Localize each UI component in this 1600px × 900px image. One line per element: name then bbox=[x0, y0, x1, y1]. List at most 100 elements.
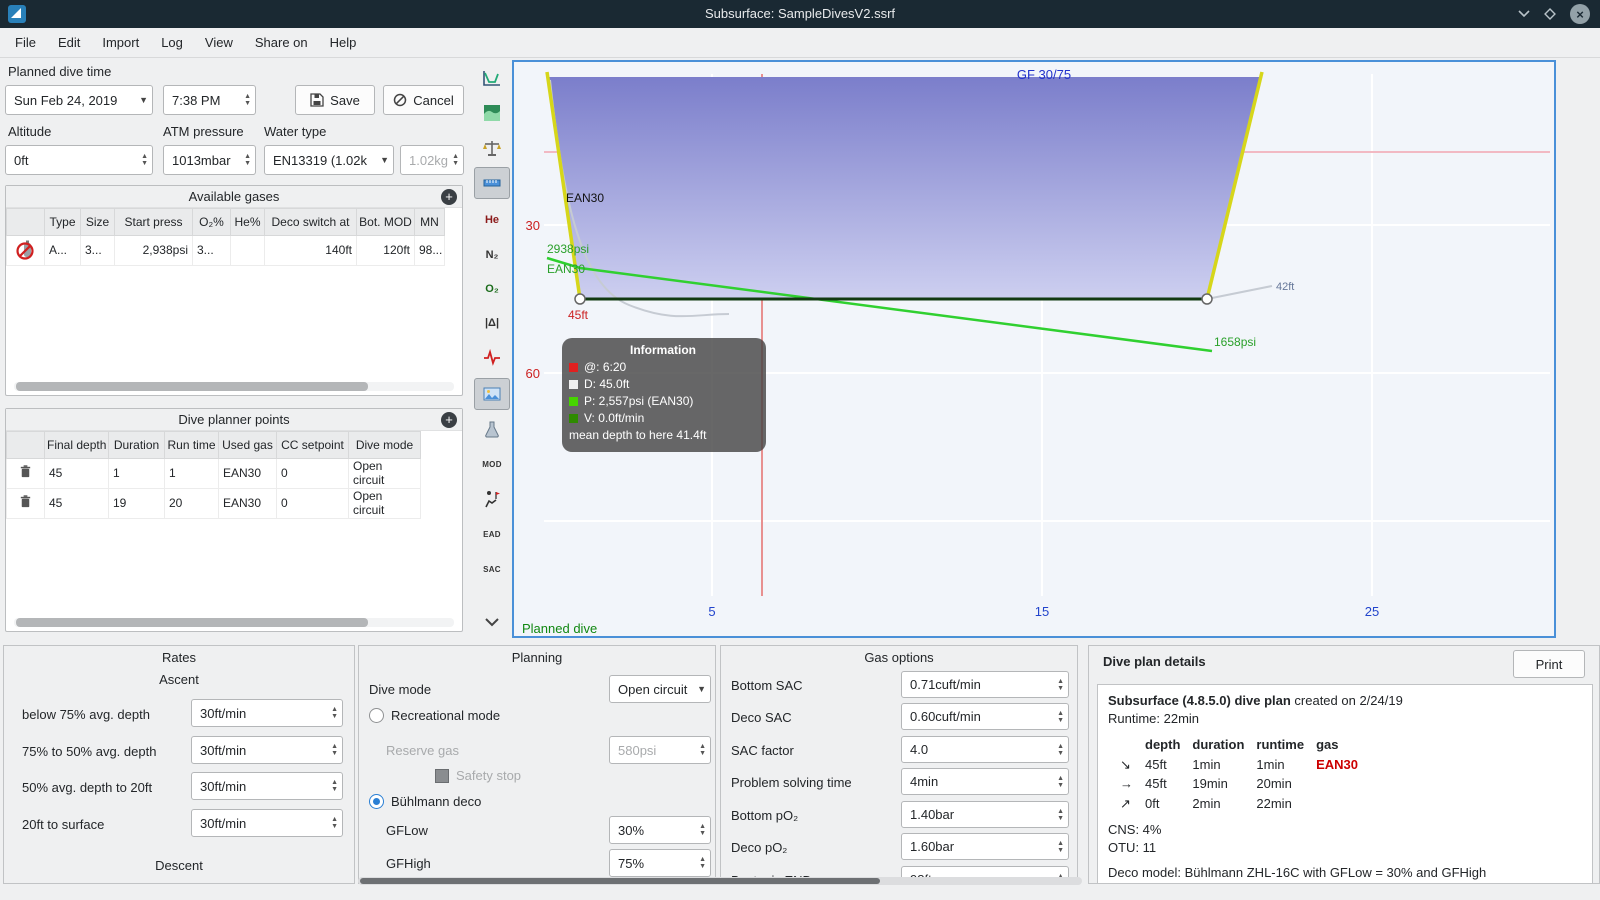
buhlmann-deco-radio[interactable]: Bühlmann deco bbox=[369, 794, 481, 809]
toolbar-collapse-icon[interactable] bbox=[474, 606, 510, 638]
cell-o2[interactable]: 3... bbox=[192, 235, 231, 266]
heartrate-icon[interactable] bbox=[474, 341, 510, 373]
recreational-mode-radio[interactable]: Recreational mode bbox=[369, 708, 500, 723]
sac-factor-spinner[interactable]: 4.0 ▲ ▼ bbox=[901, 736, 1069, 763]
mod-icon[interactable]: MOD bbox=[474, 448, 510, 480]
column-header: Size bbox=[80, 208, 115, 236]
save-button[interactable]: Save bbox=[295, 85, 375, 115]
rate-spinner-3[interactable]: 30ft/min ▲ ▼ bbox=[191, 772, 343, 800]
cell-type[interactable]: A... bbox=[44, 235, 81, 266]
cell-runtime[interactable]: 20 bbox=[164, 488, 219, 519]
chevron-down-icon: ▼ bbox=[139, 95, 148, 105]
cell-duration[interactable]: 19 bbox=[108, 488, 165, 519]
gas-options-title: Gas options bbox=[864, 650, 934, 665]
close-button[interactable]: × bbox=[1570, 4, 1590, 24]
cell-he[interactable] bbox=[230, 235, 265, 266]
menu-help[interactable]: Help bbox=[319, 31, 368, 54]
gases-hscrollbar[interactable] bbox=[14, 382, 454, 391]
deco-sac-spinner[interactable]: 0.60cuft/min ▲ ▼ bbox=[901, 703, 1069, 730]
points-hscrollbar[interactable] bbox=[14, 618, 454, 627]
cell-mn[interactable]: 98... bbox=[414, 235, 445, 266]
dive-profile-chart[interactable]: GF 30/75 EAN30 2938psi EAN30 30 60 45ft … bbox=[512, 60, 1556, 638]
profile-scale-icon[interactable] bbox=[474, 62, 510, 94]
column-header: Used gas bbox=[218, 431, 277, 459]
column-header: Type bbox=[44, 208, 81, 236]
cell-depth[interactable]: 45 bbox=[44, 458, 109, 489]
bottom-po2-spinner[interactable]: 1.40bar ▲ ▼ bbox=[901, 801, 1069, 828]
cell-size[interactable]: 3... bbox=[80, 235, 115, 266]
cell-divemode[interactable]: Open circuit bbox=[348, 458, 421, 489]
ead-icon[interactable]: EAD bbox=[474, 518, 510, 550]
available-gases-table: Type Size Start press O₂% He% Deco switc… bbox=[6, 208, 445, 266]
menu-edit[interactable]: Edit bbox=[47, 31, 91, 54]
atm-pressure-spinner[interactable]: 1013mbar ▲ ▼ bbox=[163, 145, 256, 175]
cell-deco-switch[interactable]: 140ft bbox=[264, 235, 357, 266]
cell-setpoint[interactable]: 0 bbox=[276, 488, 349, 519]
photos-icon[interactable] bbox=[474, 378, 510, 410]
rate-spinner-4[interactable]: 30ft/min ▲ ▼ bbox=[191, 809, 343, 837]
ruler-icon[interactable] bbox=[474, 167, 510, 199]
menubar: File Edit Import Log View Share on Help bbox=[0, 28, 1600, 58]
cell-depth[interactable]: 45 bbox=[44, 488, 109, 519]
sac-icon[interactable]: SAC bbox=[474, 553, 510, 585]
gflow-spinner[interactable]: 30% ▲ ▼ bbox=[609, 816, 711, 844]
add-point-button[interactable]: + bbox=[441, 412, 457, 428]
planning-title: Planning bbox=[511, 650, 563, 665]
maximize-button[interactable] bbox=[1540, 4, 1560, 24]
altitude-spinner[interactable]: 0ft ▲ ▼ bbox=[5, 145, 153, 175]
bottom-depth-label: 45ft bbox=[568, 308, 589, 322]
chip-pressure bbox=[569, 397, 578, 406]
spin-arrows-icon: ▲▼ bbox=[331, 706, 338, 720]
bottom-sac-spinner[interactable]: 0.71cuft/min ▲ ▼ bbox=[901, 671, 1069, 698]
print-button[interactable]: Print bbox=[1513, 650, 1585, 678]
rate-spinner-2[interactable]: 30ft/min ▲ ▼ bbox=[191, 736, 343, 764]
spin-arrows-icon: ▲▼ bbox=[699, 743, 706, 757]
menu-log[interactable]: Log bbox=[150, 31, 194, 54]
water-type-combo[interactable]: EN13319 (1.02k ▼ bbox=[264, 145, 394, 175]
cell-gas[interactable]: EAN30 bbox=[218, 458, 277, 489]
cell-bot-mod[interactable]: 120ft bbox=[356, 235, 415, 266]
menu-share-on[interactable]: Share on bbox=[244, 31, 319, 54]
available-gases-group: Available gases + Type Size Start press … bbox=[5, 185, 463, 396]
start-pressure-label: 2938psi bbox=[547, 242, 589, 256]
dive-mode-combo[interactable]: Open circuit ▼ bbox=[609, 675, 711, 703]
dive-plan-text: Subsurface (4.8.5.0) dive plan created o… bbox=[1097, 684, 1593, 883]
minimize-button[interactable] bbox=[1514, 4, 1534, 24]
gfhigh-spinner[interactable]: 75% ▲ ▼ bbox=[609, 849, 711, 877]
scale-icon[interactable] bbox=[474, 132, 510, 164]
cell-divemode[interactable]: Open circuit bbox=[348, 488, 421, 519]
menu-import[interactable]: Import bbox=[91, 31, 150, 54]
oxygen-icon[interactable]: O₂ bbox=[474, 273, 510, 305]
gas-change-icon[interactable] bbox=[474, 413, 510, 445]
spin-arrows-icon: ▲▼ bbox=[1057, 774, 1064, 789]
rate-spinner-1[interactable]: 30ft/min ▲ ▼ bbox=[191, 699, 343, 727]
profile-handle-start[interactable] bbox=[574, 293, 586, 305]
cell-runtime[interactable]: 1 bbox=[164, 458, 219, 489]
problem-time-spinner[interactable]: 4min ▲ ▼ bbox=[901, 768, 1069, 795]
subsurface-window: { "window": { "title": "Subsurface: Samp… bbox=[0, 0, 1600, 900]
delete-point-icon[interactable] bbox=[6, 488, 45, 519]
plan-row: → 45ft 19min 20min bbox=[1120, 774, 1370, 794]
cell-duration[interactable]: 1 bbox=[108, 458, 165, 489]
tissue-delta-icon[interactable]: |Δ| bbox=[474, 307, 510, 339]
dive-time-spinner[interactable]: 7:38 PM ▲ ▼ bbox=[163, 85, 256, 115]
profile-handle-end[interactable] bbox=[1201, 293, 1213, 305]
ceiling-icon[interactable] bbox=[474, 97, 510, 129]
cell-start-press[interactable]: 2,938psi bbox=[114, 235, 193, 266]
nitrogen-icon[interactable]: N₂ bbox=[474, 239, 510, 271]
dive-date-combo[interactable]: Sun Feb 24, 2019 ▼ bbox=[5, 85, 153, 115]
cell-setpoint[interactable]: 0 bbox=[276, 458, 349, 489]
info-tooltip[interactable]: Information @: 6:20 D: 45.0ft P: 2,557ps… bbox=[562, 338, 766, 452]
column-header: MN bbox=[414, 208, 445, 236]
sac-runner-icon[interactable] bbox=[474, 483, 510, 515]
bottom-hscrollbar[interactable] bbox=[358, 877, 1082, 885]
menu-view[interactable]: View bbox=[194, 31, 244, 54]
add-gas-button[interactable]: + bbox=[441, 189, 457, 205]
helium-icon[interactable]: He bbox=[474, 204, 510, 236]
deco-po2-spinner[interactable]: 1.60bar ▲ ▼ bbox=[901, 833, 1069, 860]
cell-gas[interactable]: EAN30 bbox=[218, 488, 277, 519]
cancel-button[interactable]: Cancel bbox=[383, 85, 464, 115]
delete-point-icon[interactable] bbox=[6, 458, 45, 489]
cylinder-prohibited-icon[interactable] bbox=[6, 235, 45, 266]
menu-file[interactable]: File bbox=[4, 31, 47, 54]
